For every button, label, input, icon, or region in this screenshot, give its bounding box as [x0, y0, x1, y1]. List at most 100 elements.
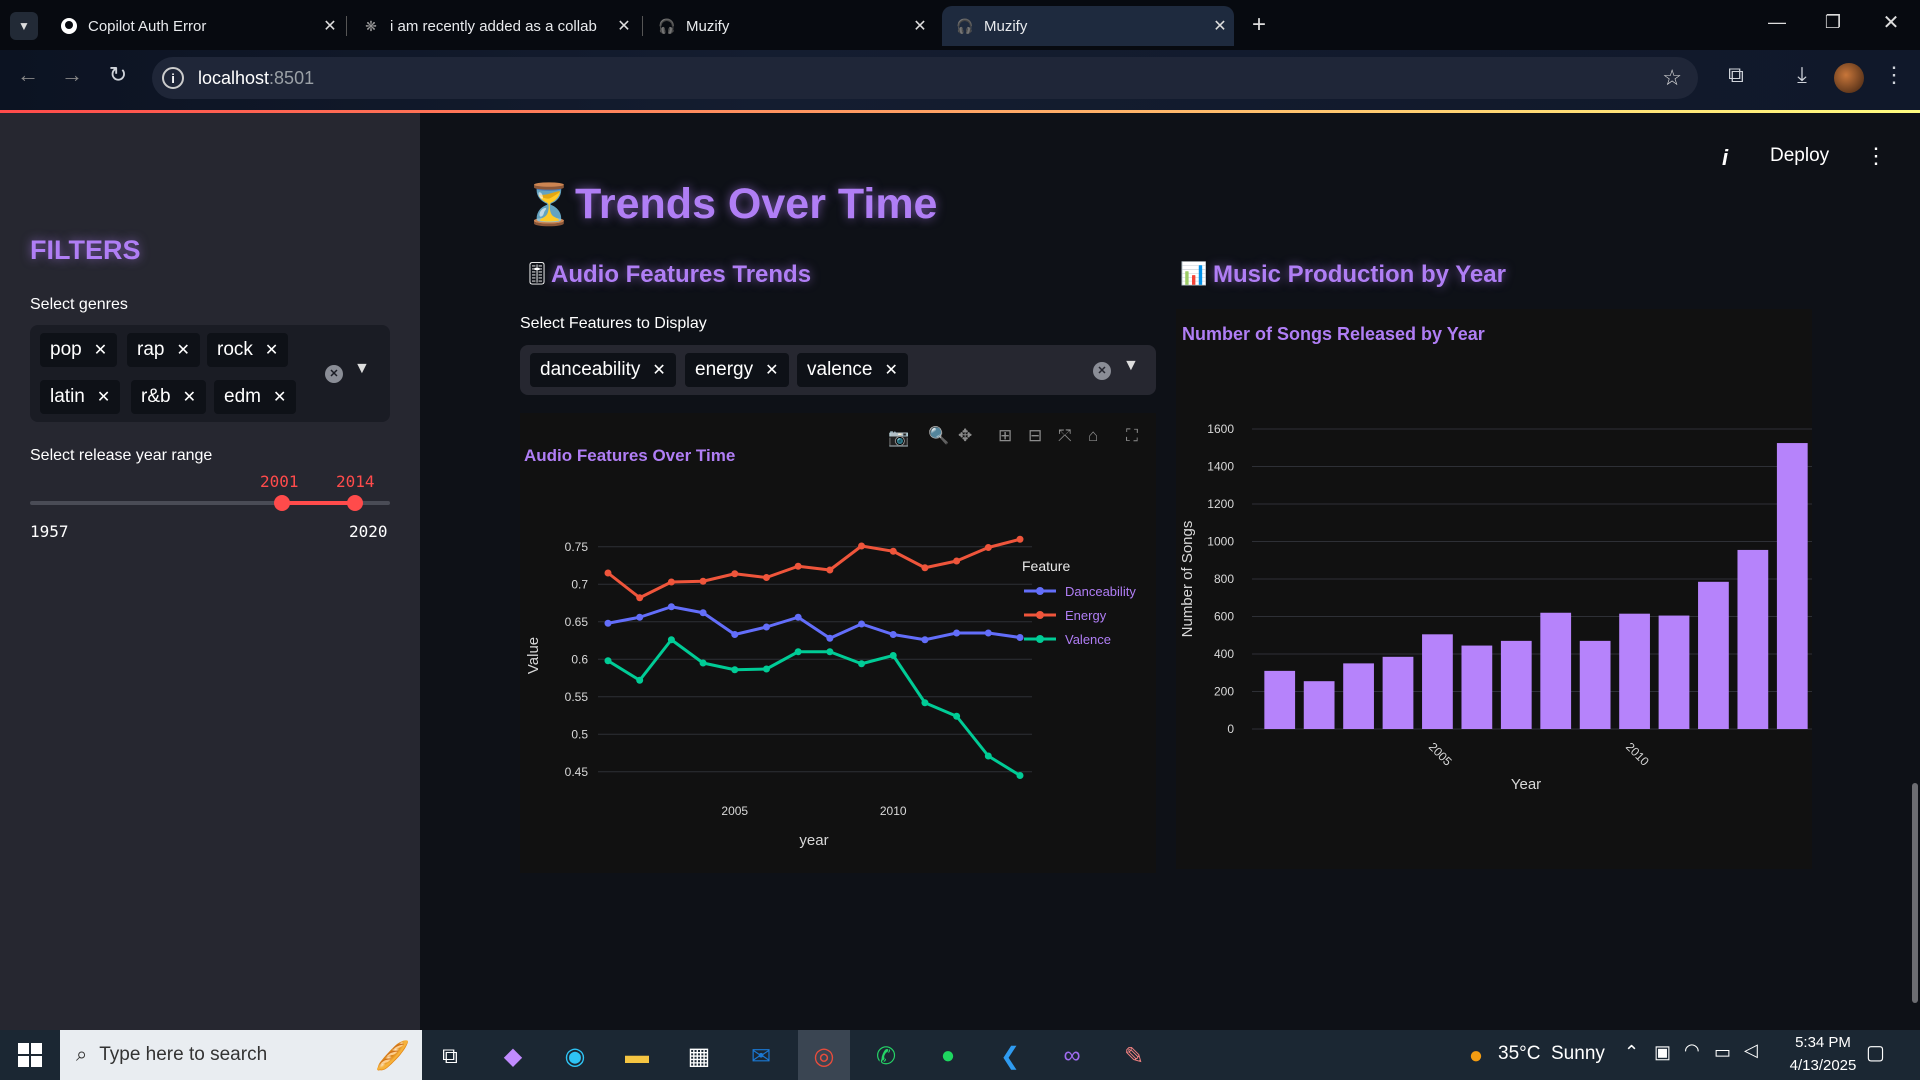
task-view-icon[interactable]: ⧉ [432, 1038, 468, 1074]
remove-chip-icon[interactable]: ✕ [94, 340, 107, 360]
spotify-icon[interactable]: ● [930, 1038, 966, 1074]
y-tick-label: 1200 [1207, 497, 1234, 511]
browser-tab-active[interactable]: 🎧 Muzify ✕ [942, 6, 1234, 46]
legend-label: Energy [1065, 608, 1107, 623]
genre-chip[interactable]: rap ✕ [127, 333, 200, 367]
feature-chip[interactable]: energy ✕ [685, 353, 789, 387]
bar [1343, 663, 1374, 729]
tab-search-button[interactable]: ▼ [10, 12, 38, 40]
whatsapp-icon[interactable]: ✆ [868, 1038, 904, 1074]
forward-icon[interactable]: → [56, 62, 88, 88]
data-point [889, 652, 897, 659]
browser-tab[interactable]: 🎧 Muzify ✕ [644, 6, 934, 46]
chevron-up-icon[interactable]: ⌃ [1624, 1042, 1639, 1063]
genre-chip[interactable]: pop ✕ [40, 333, 118, 367]
taskbar-search-box[interactable]: ⌕ Type here to search 🥖 [60, 1030, 422, 1080]
remove-chip-icon[interactable]: ✕ [885, 360, 898, 380]
y-tick-label: 1000 [1207, 535, 1234, 549]
reload-icon[interactable]: ↻ [102, 62, 134, 88]
bar [1461, 645, 1493, 729]
new-tab-button[interactable]: + [1244, 10, 1274, 40]
chevron-down-icon[interactable]: ▼ [354, 360, 370, 378]
close-tab-icon[interactable]: ✕ [1206, 16, 1234, 36]
remove-chip-icon[interactable]: ✕ [765, 360, 778, 380]
clock-date[interactable]: 4/13/2025 [1780, 1057, 1866, 1074]
y-tick-label: 0 [1227, 722, 1234, 736]
genre-chip[interactable]: r&b ✕ [131, 380, 206, 414]
audio-features-line-chart[interactable]: Audio Features Over Time 0.45 0.5 0.55 0.6 0.… [520, 413, 1156, 873]
year-range-label: Select release year range [30, 447, 213, 464]
data-point [731, 631, 739, 638]
weather-text[interactable]: 35°C Sunny [1498, 1043, 1605, 1065]
clock-time[interactable]: 5:34 PM [1780, 1034, 1866, 1051]
download-icon[interactable]: ⤓ [1786, 62, 1818, 88]
deploy-button[interactable]: Deploy [1770, 145, 1829, 167]
app-menu-icon[interactable]: ⋮ [1865, 143, 1887, 169]
tab-title: Muzify [984, 17, 1028, 35]
genre-chip[interactable]: rock ✕ [207, 333, 289, 367]
songs-by-year-bar-chart[interactable]: Number of Songs Released by Year 0 200 400 6… [1176, 309, 1812, 869]
right-section-title: Music Production by Year [1213, 261, 1506, 288]
y-tick-label: 0.6 [571, 652, 588, 666]
about-icon[interactable]: i [1722, 145, 1728, 171]
restore-window-icon[interactable]: ❐ [1818, 12, 1848, 33]
close-tab-icon[interactable]: ✕ [610, 16, 638, 36]
chevron-down-icon[interactable]: ▼ [1123, 357, 1139, 375]
edge-icon[interactable]: ◉ [557, 1038, 593, 1074]
bar [1382, 656, 1414, 729]
meet-now-icon[interactable]: ▣ [1654, 1042, 1671, 1063]
visual-studio-icon[interactable]: ∞ [1054, 1038, 1090, 1074]
vscode-icon[interactable]: ❮ [992, 1038, 1028, 1074]
site-info-icon[interactable]: i [162, 67, 184, 89]
remove-chip-icon[interactable]: ✕ [273, 387, 286, 407]
close-tab-icon[interactable]: ✕ [316, 16, 344, 36]
notifications-icon[interactable]: ▢ [1866, 1040, 1885, 1065]
volume-icon[interactable]: ◁ [1744, 1040, 1758, 1061]
data-point [604, 657, 612, 665]
remove-chip-icon[interactable]: ✕ [265, 340, 278, 360]
slider-handle-max[interactable] [347, 495, 363, 511]
back-icon[interactable]: ← [12, 62, 44, 88]
chrome-icon[interactable]: ◎ [806, 1038, 842, 1074]
paint-icon[interactable]: ✎ [1116, 1038, 1152, 1074]
main-content: i Deploy ⋮ ⏳ Trends Over Time 🎚 Audio Fe… [420, 113, 1920, 1030]
feature-chip[interactable]: danceability ✕ [530, 353, 676, 387]
clear-all-icon[interactable]: ✕ [1093, 362, 1111, 380]
x-axis-label: Year [1511, 776, 1541, 793]
battery-icon[interactable]: ▭ [1714, 1042, 1731, 1063]
outlook-icon[interactable]: ✉ [743, 1038, 779, 1074]
remove-chip-icon[interactable]: ✕ [176, 340, 189, 360]
feature-chip[interactable]: valence ✕ [797, 353, 908, 387]
clear-all-icon[interactable]: ✕ [325, 365, 343, 383]
bar [1422, 634, 1453, 729]
browser-tab[interactable]: ❋ i am recently added as a collab ✕ [348, 6, 638, 46]
copilot-icon[interactable]: ◆ [495, 1038, 531, 1074]
close-window-icon[interactable]: ✕ [1876, 10, 1906, 35]
wifi-icon[interactable]: ◠ [1684, 1040, 1700, 1061]
data-point [953, 712, 961, 720]
genre-chip[interactable]: edm ✕ [214, 380, 297, 414]
remove-chip-icon[interactable]: ✕ [183, 387, 196, 407]
data-point [1016, 535, 1024, 543]
microsoft-store-icon[interactable]: ▦ [681, 1038, 717, 1074]
page-title: Trends Over Time [575, 180, 938, 228]
minimize-window-icon[interactable]: — [1762, 12, 1792, 33]
genre-chip[interactable]: latin ✕ [40, 380, 121, 414]
windows-start-icon[interactable] [18, 1043, 42, 1067]
url-host: localhost [198, 67, 270, 88]
browser-tab[interactable]: Copilot Auth Error ✕ [46, 6, 344, 46]
bookmark-star-icon[interactable]: ☆ [1662, 65, 1682, 91]
remove-chip-icon[interactable]: ✕ [97, 387, 110, 407]
features-label: Select Features to Display [520, 315, 707, 332]
y-tick-label: 800 [1214, 572, 1234, 586]
main-scrollbar-thumb[interactable] [1912, 783, 1918, 1003]
browser-menu-icon[interactable]: ⋮ [1878, 62, 1910, 88]
remove-chip-icon[interactable]: ✕ [652, 360, 665, 380]
profile-avatar[interactable] [1834, 63, 1864, 93]
weather-icon[interactable]: ● [1458, 1038, 1494, 1074]
slider-handle-min[interactable] [274, 495, 290, 511]
close-tab-icon[interactable]: ✕ [906, 16, 934, 36]
extensions-icon[interactable]: ⧉ [1720, 62, 1752, 88]
file-explorer-icon[interactable]: ▬ [619, 1038, 655, 1074]
address-bar[interactable]: i localhost:8501 ☆ [152, 57, 1698, 99]
